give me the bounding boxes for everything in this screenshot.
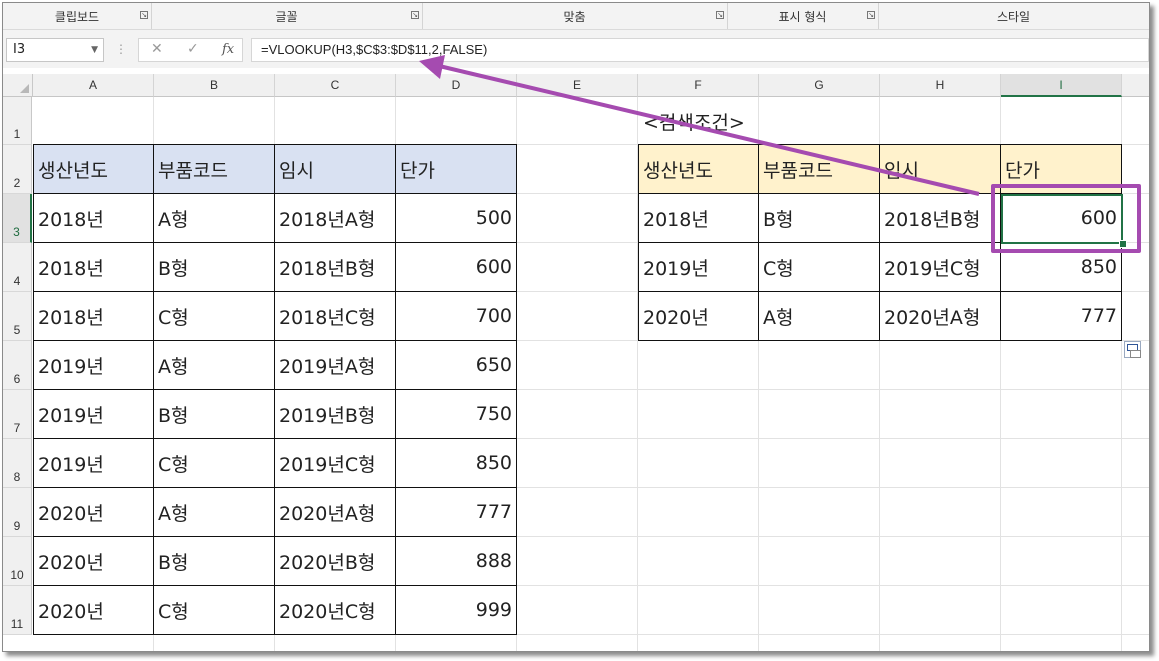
excel-window: 클립보드 ↘ 글꼴 ↘ 맞춤 ↘ 표시 형식 ↘ 스타일 I3 ▼ ⋮ ✕ ✓ …	[2, 2, 1150, 652]
annotation-arrow	[419, 55, 980, 196]
